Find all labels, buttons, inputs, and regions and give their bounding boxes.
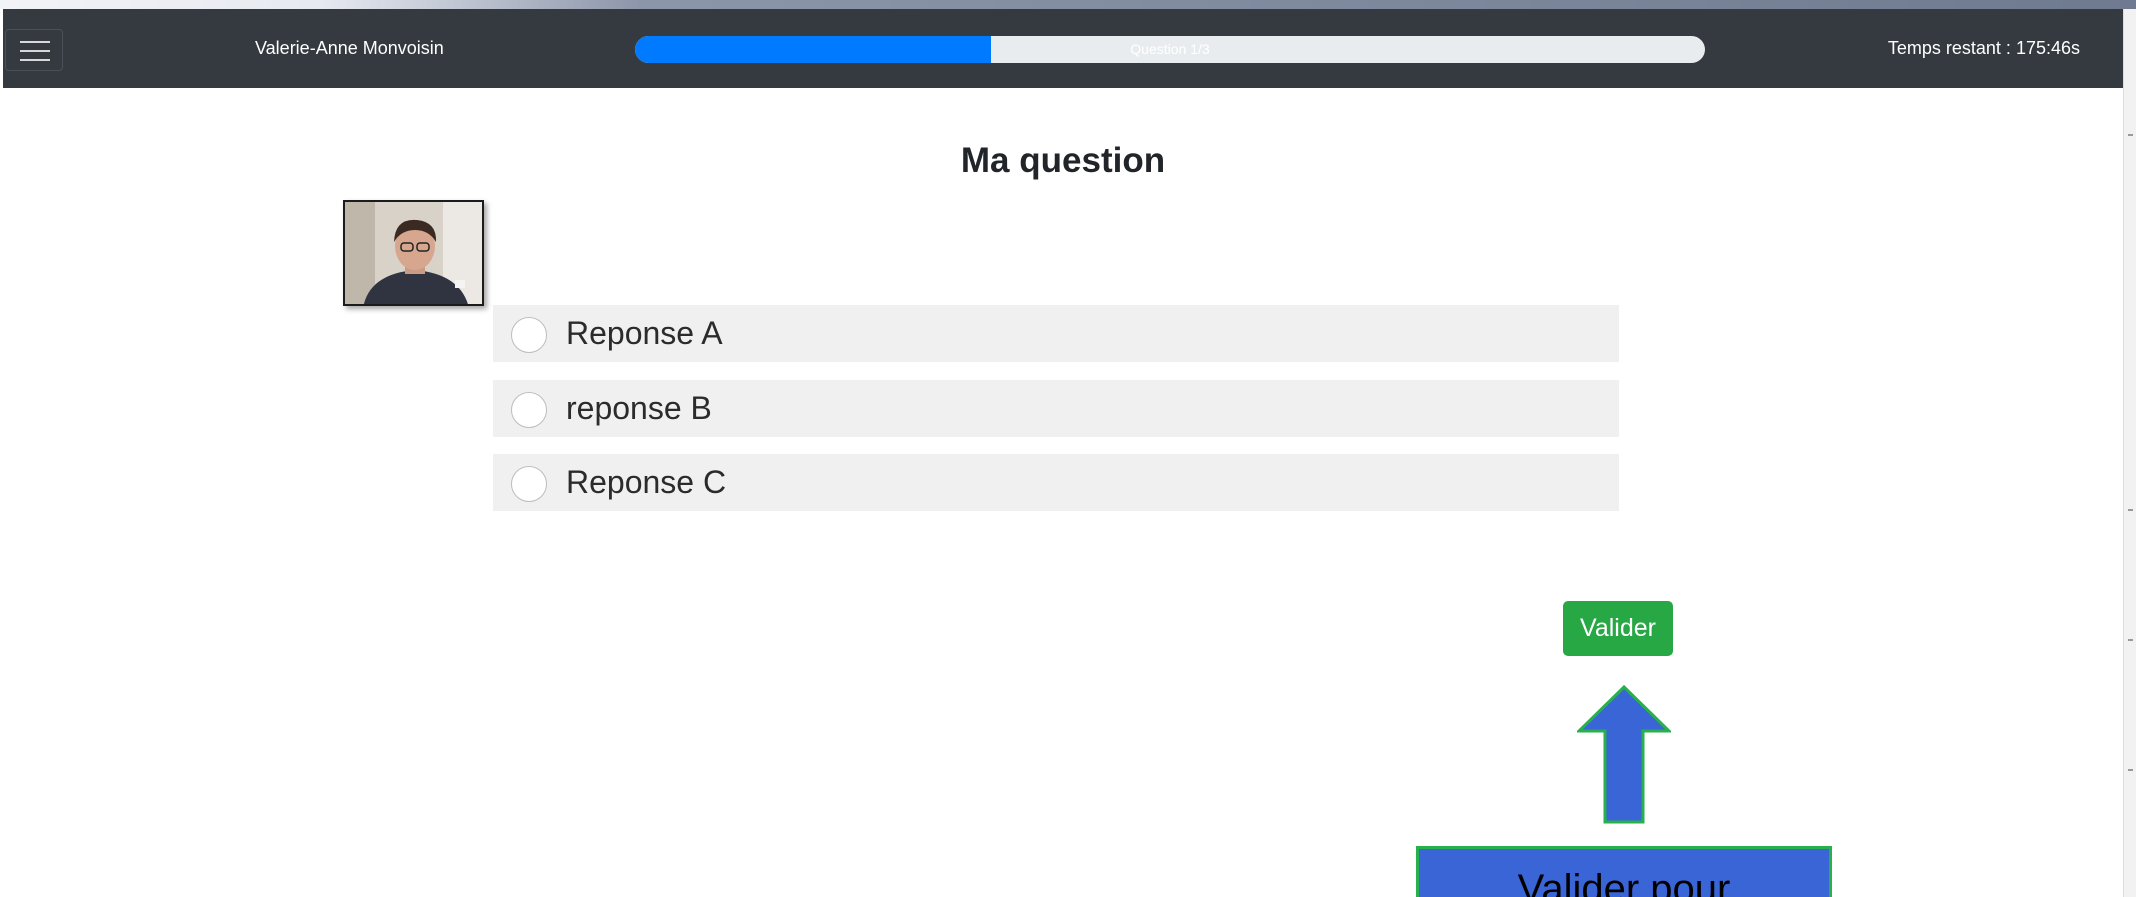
user-name: Valerie-Anne Monvoisin: [255, 38, 444, 58]
time-remaining: Temps restant : 175:46s: [1887, 38, 2080, 58]
answer-option[interactable]: reponse B: [493, 380, 1619, 437]
menu-line: [20, 41, 50, 43]
radio-button[interactable]: [511, 466, 547, 502]
instruction-callout: Valider pour: [1416, 846, 1832, 897]
radio-button[interactable]: [511, 317, 547, 353]
validate-button[interactable]: Valider: [1563, 601, 1673, 656]
answer-option[interactable]: Reponse C: [493, 454, 1619, 511]
up-arrow-icon: [1577, 685, 1671, 824]
answer-label: Reponse A: [566, 315, 723, 351]
hamburger-menu-icon[interactable]: [5, 29, 63, 71]
callout-text: Valider pour: [1517, 867, 1731, 897]
edge-mark: [2128, 134, 2133, 136]
desktop-background: [0, 0, 2136, 9]
edge-mark: [2128, 769, 2133, 771]
menu-line: [20, 50, 50, 52]
menu-line: [20, 59, 50, 61]
answer-label: reponse B: [566, 390, 712, 426]
window-edge: [2123, 9, 2136, 897]
question-title: Ma question: [960, 141, 1166, 180]
webcam-preview: [343, 200, 484, 306]
quiz-window: Valerie-Anne Monvoisin Question 1/3 Temp…: [3, 9, 2123, 897]
progress-label: Question 1/3: [1130, 41, 1210, 57]
answer-label: Reponse C: [566, 464, 727, 500]
top-navbar: Valerie-Anne Monvoisin Question 1/3 Temp…: [3, 9, 2123, 88]
edge-mark: [2128, 639, 2133, 641]
answer-option[interactable]: Reponse A: [493, 305, 1619, 362]
edge-mark: [2128, 509, 2133, 511]
question-progress-bar: Question 1/3: [635, 36, 1705, 63]
radio-button[interactable]: [511, 392, 547, 428]
